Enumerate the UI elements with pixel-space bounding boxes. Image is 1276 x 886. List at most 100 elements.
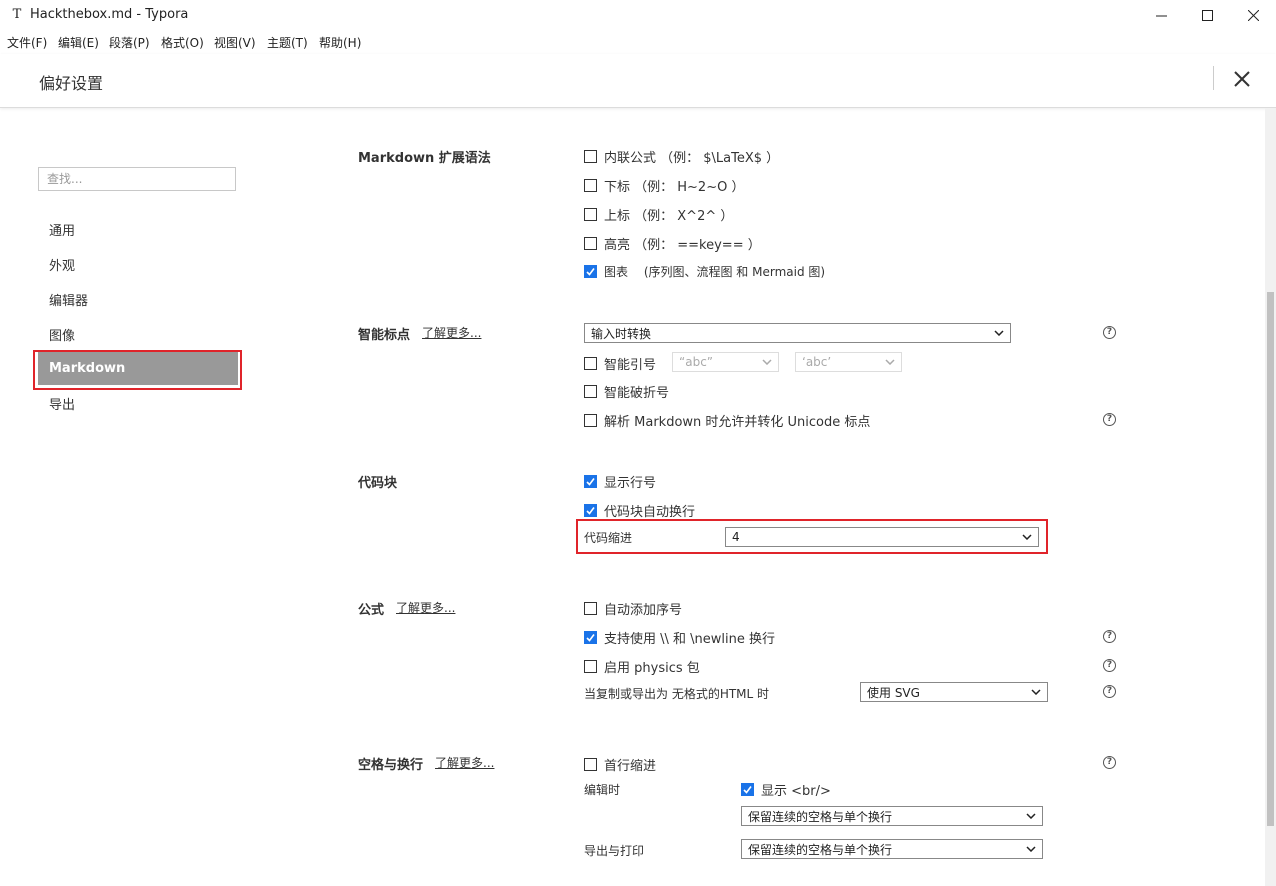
checkbox[interactable] bbox=[584, 237, 597, 250]
code-indent-select[interactable]: 4 bbox=[725, 527, 1039, 547]
option-line-numbers[interactable]: 显示行号 bbox=[584, 472, 656, 491]
checkbox[interactable] bbox=[584, 208, 597, 221]
maximize-button[interactable] bbox=[1184, 0, 1230, 30]
checkbox[interactable] bbox=[584, 179, 597, 192]
checkbox[interactable] bbox=[584, 150, 597, 163]
export-whitespace-select[interactable]: 保留连续的空格与单个换行 bbox=[741, 839, 1043, 859]
checkbox[interactable] bbox=[584, 414, 597, 427]
search-input[interactable] bbox=[38, 167, 236, 191]
option-label: 显示行号 bbox=[604, 476, 657, 491]
help-icon[interactable]: ? bbox=[1103, 413, 1116, 426]
math-export-select[interactable]: 使用 SVG bbox=[860, 682, 1048, 702]
double-quote-select[interactable]: “abc” bbox=[672, 352, 779, 372]
checkbox[interactable] bbox=[584, 265, 597, 278]
option-show-br[interactable]: 显示 <br/> bbox=[741, 780, 831, 799]
menu-help[interactable]: 帮助(H) bbox=[319, 34, 361, 51]
select-value: 输入时转换 bbox=[591, 326, 652, 341]
minimize-icon bbox=[1155, 15, 1167, 16]
option-label: 首行缩进 bbox=[604, 759, 657, 774]
checkbox[interactable] bbox=[584, 357, 597, 370]
menu-paragraph[interactable]: 段落(P) bbox=[109, 34, 150, 51]
help-icon[interactable]: ? bbox=[1103, 630, 1116, 643]
option-physics[interactable]: 启用 physics 包 bbox=[584, 657, 700, 676]
help-icon[interactable]: ? bbox=[1103, 685, 1116, 698]
checkbox[interactable] bbox=[584, 631, 597, 644]
option-label: 支持使用 \\ 和 \newline 换行 bbox=[604, 632, 775, 647]
help-icon[interactable]: ? bbox=[1103, 756, 1116, 769]
math-export-label: 当复制或导出为 无格式的HTML 时 bbox=[584, 687, 770, 701]
section-title-markdown-ext: Markdown 扩展语法 bbox=[358, 151, 491, 166]
editing-label: 编辑时 bbox=[584, 783, 621, 797]
checkbox[interactable] bbox=[584, 475, 597, 488]
option-label: 高亮 （例： ==key== ） bbox=[604, 238, 761, 253]
checkbox[interactable] bbox=[584, 385, 597, 398]
option-code-wrap[interactable]: 代码块自动换行 bbox=[584, 501, 695, 520]
menu-edit[interactable]: 编辑(E) bbox=[58, 34, 99, 51]
smart-punct-mode-select[interactable]: 输入时转换 bbox=[584, 323, 1011, 343]
help-icon[interactable]: ? bbox=[1103, 659, 1116, 672]
header-divider bbox=[1213, 66, 1214, 90]
checkbox[interactable] bbox=[584, 758, 597, 771]
editing-whitespace-select[interactable]: 保留连续的空格与单个换行 bbox=[741, 806, 1043, 826]
option-auto-number[interactable]: 自动添加序号 bbox=[584, 599, 682, 618]
sidebar-item-export[interactable]: 导出 bbox=[49, 394, 75, 413]
option-highlight[interactable]: 高亮 （例： ==key== ） bbox=[584, 234, 761, 253]
minimize-button[interactable] bbox=[1138, 0, 1184, 30]
close-window-button[interactable] bbox=[1230, 0, 1276, 30]
option-label: 显示 <br/> bbox=[761, 784, 831, 799]
select-value: 保留连续的空格与单个换行 bbox=[748, 809, 893, 824]
code-indent-label: 代码缩进 bbox=[584, 531, 633, 545]
option-label: 智能破折号 bbox=[604, 386, 670, 401]
help-icon[interactable]: ? bbox=[1103, 326, 1116, 339]
highlight-box bbox=[33, 350, 242, 390]
checkbox[interactable] bbox=[584, 660, 597, 673]
option-diagrams[interactable]: 图表 (序列图、流程图 和 Mermaid 图) bbox=[584, 263, 825, 280]
option-inline-math[interactable]: 内联公式 （例： $\LaTeX$ ） bbox=[584, 147, 779, 166]
option-smart-quotes[interactable]: 智能引号 bbox=[584, 354, 656, 373]
learn-more-link[interactable]: 了解更多... bbox=[435, 754, 494, 771]
section-title-code-block: 代码块 bbox=[358, 476, 398, 491]
menu-format[interactable]: 格式(O) bbox=[161, 34, 204, 51]
section-title-math: 公式 bbox=[358, 603, 385, 618]
option-label: 解析 Markdown 时允许并转化 Unicode 标点 bbox=[604, 415, 871, 430]
window-title: Hackthebox.md - Typora bbox=[30, 7, 189, 22]
option-label: 图表 (序列图、流程图 和 Mermaid 图) bbox=[604, 265, 826, 279]
title-bar bbox=[0, 0, 1276, 30]
option-newline[interactable]: 支持使用 \\ 和 \newline 换行 bbox=[584, 628, 775, 647]
option-label: 上标 （例： X^2^ ） bbox=[604, 209, 734, 224]
export-print-label: 导出与打印 bbox=[584, 844, 645, 858]
option-subscript[interactable]: 下标 （例： H~2~O ） bbox=[584, 176, 744, 195]
typora-app-icon: T bbox=[12, 7, 22, 22]
chevron-down-icon bbox=[994, 330, 1004, 336]
learn-more-link[interactable]: 了解更多... bbox=[396, 599, 455, 616]
close-preferences-button[interactable] bbox=[1230, 67, 1254, 91]
checkbox[interactable] bbox=[584, 602, 597, 615]
chevron-down-icon bbox=[1031, 689, 1041, 695]
single-quote-select[interactable]: ‘abc’ bbox=[795, 352, 902, 372]
option-indent-first-line[interactable]: 首行缩进 bbox=[584, 755, 656, 774]
menu-theme[interactable]: 主题(T) bbox=[267, 34, 308, 51]
select-value: 保留连续的空格与单个换行 bbox=[748, 842, 893, 857]
checkbox[interactable] bbox=[584, 504, 597, 517]
sidebar-item-appearance[interactable]: 外观 bbox=[49, 255, 75, 274]
option-unicode-punct[interactable]: 解析 Markdown 时允许并转化 Unicode 标点 bbox=[584, 411, 870, 430]
select-value: 使用 SVG bbox=[867, 685, 920, 700]
checkbox[interactable] bbox=[741, 783, 754, 796]
option-smart-dash[interactable]: 智能破折号 bbox=[584, 382, 669, 401]
option-superscript[interactable]: 上标 （例： X^2^ ） bbox=[584, 205, 733, 224]
sidebar-item-image[interactable]: 图像 bbox=[49, 325, 75, 344]
learn-more-link[interactable]: 了解更多... bbox=[422, 324, 481, 341]
option-label: 代码块自动换行 bbox=[604, 505, 696, 520]
section-title-whitespace: 空格与换行 bbox=[358, 758, 424, 773]
select-value: 4 bbox=[732, 530, 740, 544]
scrollbar-thumb[interactable] bbox=[1267, 292, 1274, 826]
section-title-smart-punct: 智能标点 bbox=[358, 328, 411, 343]
select-value: ‘abc’ bbox=[802, 355, 832, 369]
menu-file[interactable]: 文件(F) bbox=[7, 34, 47, 51]
preferences-header bbox=[0, 54, 1276, 108]
chevron-down-icon bbox=[762, 359, 772, 365]
sidebar-item-editor[interactable]: 编辑器 bbox=[49, 290, 88, 309]
sidebar-item-general[interactable]: 通用 bbox=[49, 220, 75, 239]
menu-view[interactable]: 视图(V) bbox=[214, 34, 256, 51]
close-icon bbox=[1234, 71, 1250, 87]
